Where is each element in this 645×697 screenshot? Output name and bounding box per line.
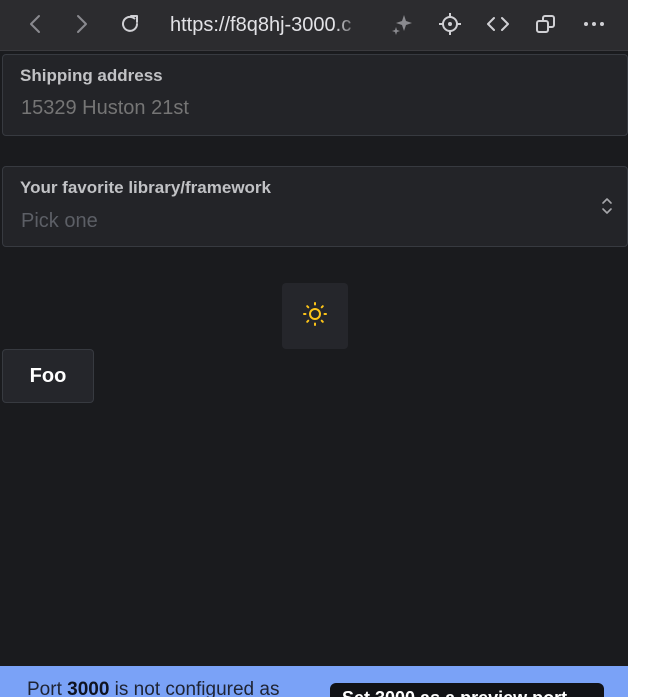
banner-port: 3000 [67,679,110,697]
crosshair-icon[interactable] [432,5,468,43]
page: https://f8q8hj-3000.c Shipping address Y… [0,0,645,697]
shipping-address-label: Shipping address [20,66,163,85]
sparkle-icon[interactable] [384,5,420,43]
library-label: Your favorite library/framework [20,178,271,197]
code-icon[interactable] [480,5,516,43]
back-icon[interactable] [17,5,53,43]
more-icon[interactable] [576,5,612,43]
chevron-updown-icon [601,196,613,221]
banner-suffix: is not configured as [109,679,280,697]
browser-toolbar: https://f8q8hj-3000.c [0,0,628,51]
banner-prefix: Port [27,679,68,697]
forward-icon[interactable] [64,5,100,43]
sun-icon [302,301,328,332]
banner-text: Port 3000 is not configured as [27,679,279,697]
right-edge [628,0,645,697]
reload-icon[interactable] [112,5,148,43]
theme-toggle-button[interactable] [282,283,348,349]
window-icon[interactable] [528,5,564,43]
library-placeholder: Pick one [21,210,98,232]
shipping-address-input[interactable] [21,97,581,120]
url-bar[interactable]: https://f8q8hj-3000.c [170,12,363,38]
shipping-address-field[interactable]: Shipping address [2,54,628,136]
port-banner: Port 3000 is not configured as Set 3000 … [0,666,628,697]
library-select[interactable]: Your favorite library/framework Pick one [2,166,628,247]
set-preview-port-button[interactable]: Set 3000 as a preview port [330,683,604,697]
foo-button[interactable]: Foo [2,349,94,403]
